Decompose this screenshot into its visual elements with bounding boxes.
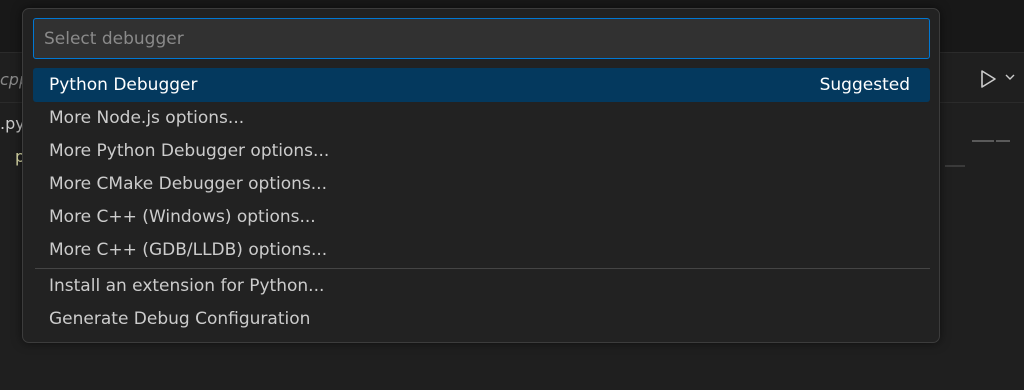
vscode-window: cpp .py p Python Debugger Suggested Mo [0,0,1024,390]
run-debug-toolbar [964,62,1024,98]
run-button[interactable] [978,68,1000,92]
quick-pick-item-install-extension[interactable]: Install an extension for Python... [33,270,930,303]
quick-pick-item-label: More Python Debugger options... [49,141,330,161]
quick-pick-separator [35,268,930,269]
select-debugger-input[interactable] [33,18,930,59]
minimap-line [972,140,994,142]
editor-minimap[interactable] [945,110,1024,390]
quick-pick-item-label: More C++ (GDB/LLDB) options... [49,240,328,260]
quick-pick-item-cpp-gdb-lldb-options[interactable]: More C++ (GDB/LLDB) options... [33,234,930,267]
quick-pick-item-label: Install an extension for Python... [49,276,325,296]
quick-pick-item-node-options[interactable]: More Node.js options... [33,102,930,135]
play-icon [981,70,996,88]
quick-pick-item-label: Generate Debug Configuration [49,309,311,329]
quick-pick-item-python-debugger[interactable]: Python Debugger Suggested [33,68,930,102]
quick-pick-list: Python Debugger Suggested More Node.js o… [33,68,930,336]
quick-pick-item-description: Suggested [819,75,910,95]
minimap-line [945,165,965,167]
quick-pick-item-label: More CMake Debugger options... [49,174,327,194]
chevron-down-icon [1005,74,1015,80]
run-dropdown-button[interactable] [1004,70,1020,90]
quick-pick-item-cmake-options[interactable]: More CMake Debugger options... [33,168,930,201]
editor-file-label: .py [0,114,25,133]
minimap-line [996,140,1010,142]
quick-pick-item-label: Python Debugger [49,75,198,95]
quick-pick-item-python-options[interactable]: More Python Debugger options... [33,135,930,168]
debugger-quick-pick: Python Debugger Suggested More Node.js o… [22,8,940,343]
quick-pick-item-label: More Node.js options... [49,108,245,128]
quick-pick-item-cpp-windows-options[interactable]: More C++ (Windows) options... [33,201,930,234]
quick-pick-item-label: More C++ (Windows) options... [49,207,316,227]
quick-pick-item-generate-config[interactable]: Generate Debug Configuration [33,303,930,336]
